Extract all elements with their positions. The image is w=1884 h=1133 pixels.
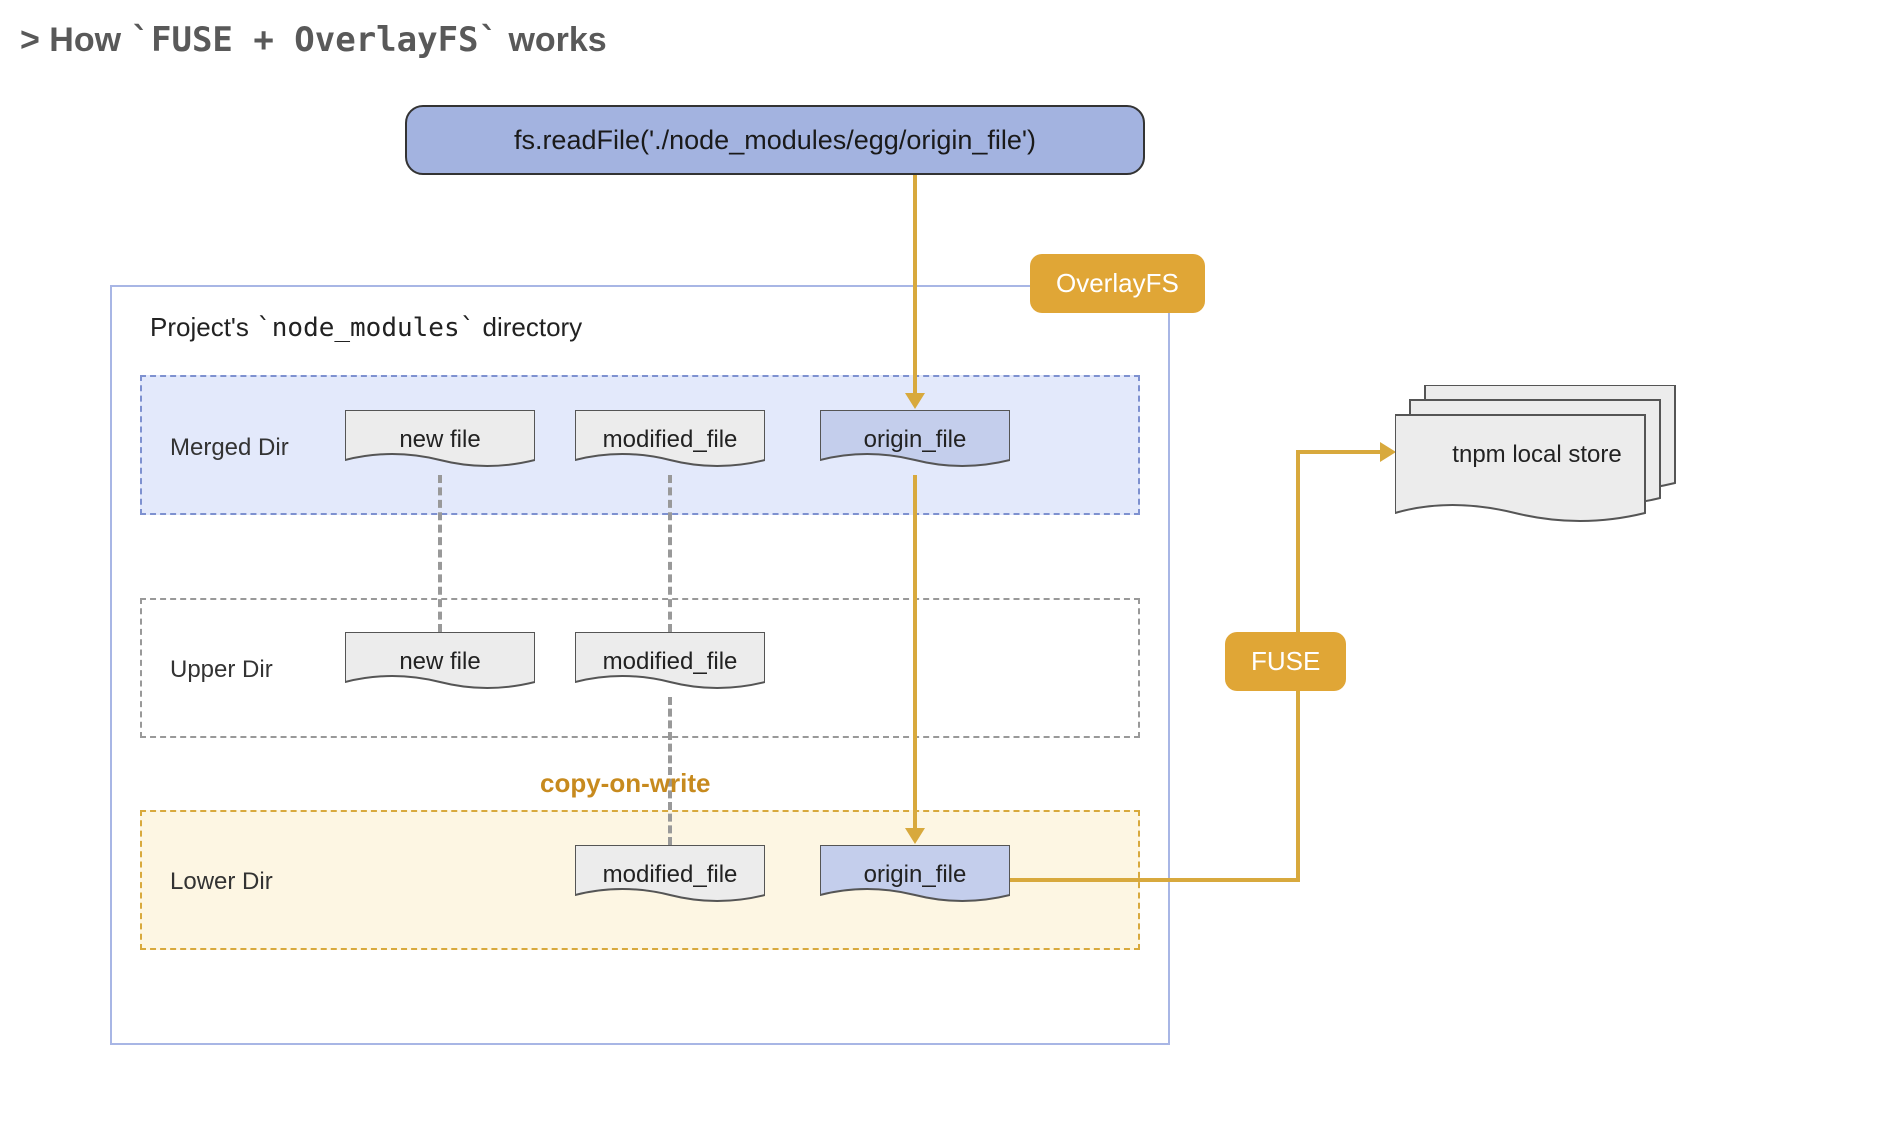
copy-on-write-label: copy-on-write (540, 768, 710, 799)
lower-origin-file: origin_file (820, 845, 1010, 910)
tnpm-store-label: tnpm local store (1407, 441, 1667, 469)
merged-new-file-label: new file (345, 426, 535, 454)
lower-origin-file-label: origin_file (820, 861, 1010, 889)
container-prefix: Project's (150, 312, 256, 342)
title-code: `FUSE + OverlayFS` (131, 20, 499, 60)
readfile-call-box: fs.readFile('./node_modules/egg/origin_f… (405, 105, 1145, 175)
diagram-title: > How `FUSE + OverlayFS` works (20, 20, 607, 60)
upper-dir-label: Upper Dir (170, 656, 273, 684)
arrow-lower-to-fuse-h (1010, 878, 1300, 882)
upper-modified-file-label: modified_file (575, 648, 765, 676)
tnpm-store: tnpm local store (1395, 385, 1680, 530)
lower-modified-file: modified_file (575, 845, 765, 910)
upper-new-file: new file (345, 632, 535, 697)
title-prefix: > How (20, 21, 131, 59)
container-suffix: directory (475, 312, 582, 342)
link-modified-merged-upper (668, 475, 672, 632)
merged-origin-file-label: origin_file (820, 426, 1010, 454)
upper-modified-file: modified_file (575, 632, 765, 697)
upper-new-file-label: new file (345, 648, 535, 676)
readfile-call-text: fs.readFile('./node_modules/egg/origin_f… (514, 125, 1036, 156)
fuse-badge: FUSE (1225, 632, 1346, 691)
merged-dir-label: Merged Dir (170, 434, 289, 462)
arrowhead-readfile-to-merged (905, 393, 925, 409)
merged-origin-file: origin_file (820, 410, 1010, 475)
arrow-merged-to-lower (913, 475, 917, 832)
merged-new-file: new file (345, 410, 535, 475)
arrow-readfile-to-merged (913, 175, 917, 397)
overlayfs-badge: OverlayFS (1030, 254, 1205, 313)
merged-modified-file: modified_file (575, 410, 765, 475)
arrow-fuse-to-store-h (1296, 450, 1384, 454)
merged-modified-file-label: modified_file (575, 426, 765, 454)
lower-dir-label: Lower Dir (170, 868, 273, 896)
title-suffix: works (499, 21, 607, 59)
arrowhead-fuse-to-store (1380, 442, 1396, 462)
container-code: `node_modules` (256, 313, 475, 343)
link-newfile-merged-upper (438, 475, 442, 632)
arrowhead-merged-to-lower (905, 828, 925, 844)
lower-modified-file-label: modified_file (575, 861, 765, 889)
project-container-label: Project's `node_modules` directory (150, 312, 582, 343)
